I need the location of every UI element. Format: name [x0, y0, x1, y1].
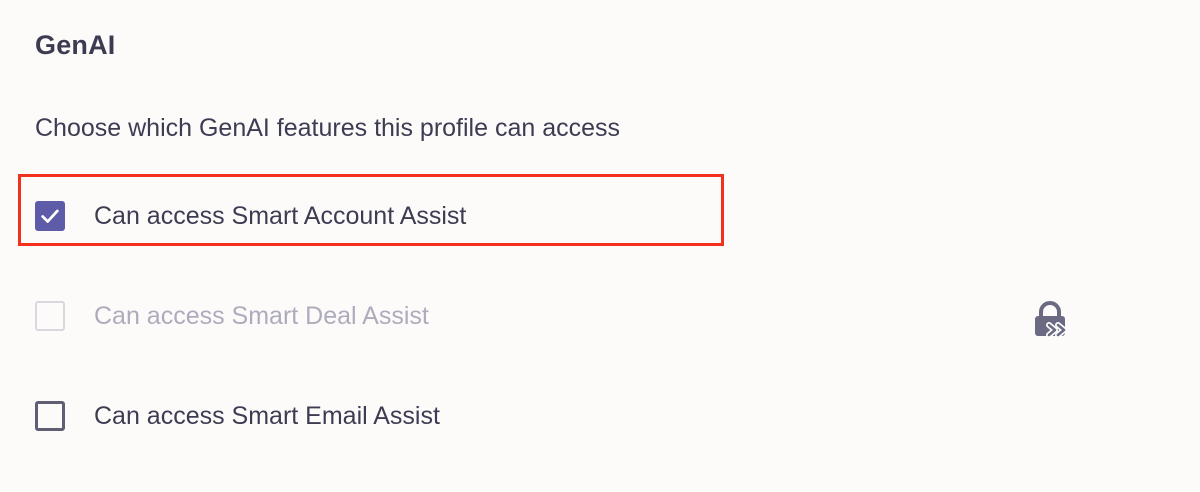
smart-account-assist-label: Can access Smart Account Assist [94, 201, 467, 230]
lock-upgrade-icon[interactable] [1032, 300, 1074, 342]
option-smart-account-assist[interactable]: Can access Smart Account Assist [35, 198, 466, 234]
section-description: Choose which GenAI features this profile… [35, 114, 621, 142]
smart-account-assist-checkbox[interactable] [35, 201, 65, 231]
option-smart-deal-assist: Can access Smart Deal Assist [35, 298, 429, 334]
smart-email-assist-label: Can access Smart Email Assist [94, 401, 440, 430]
smart-deal-assist-label: Can access Smart Deal Assist [94, 301, 429, 330]
smart-email-assist-checkbox[interactable] [35, 401, 65, 431]
smart-deal-assist-checkbox [35, 301, 65, 331]
section-title: GenAI [35, 30, 116, 60]
option-smart-email-assist[interactable]: Can access Smart Email Assist [35, 398, 440, 434]
check-icon [41, 209, 59, 223]
